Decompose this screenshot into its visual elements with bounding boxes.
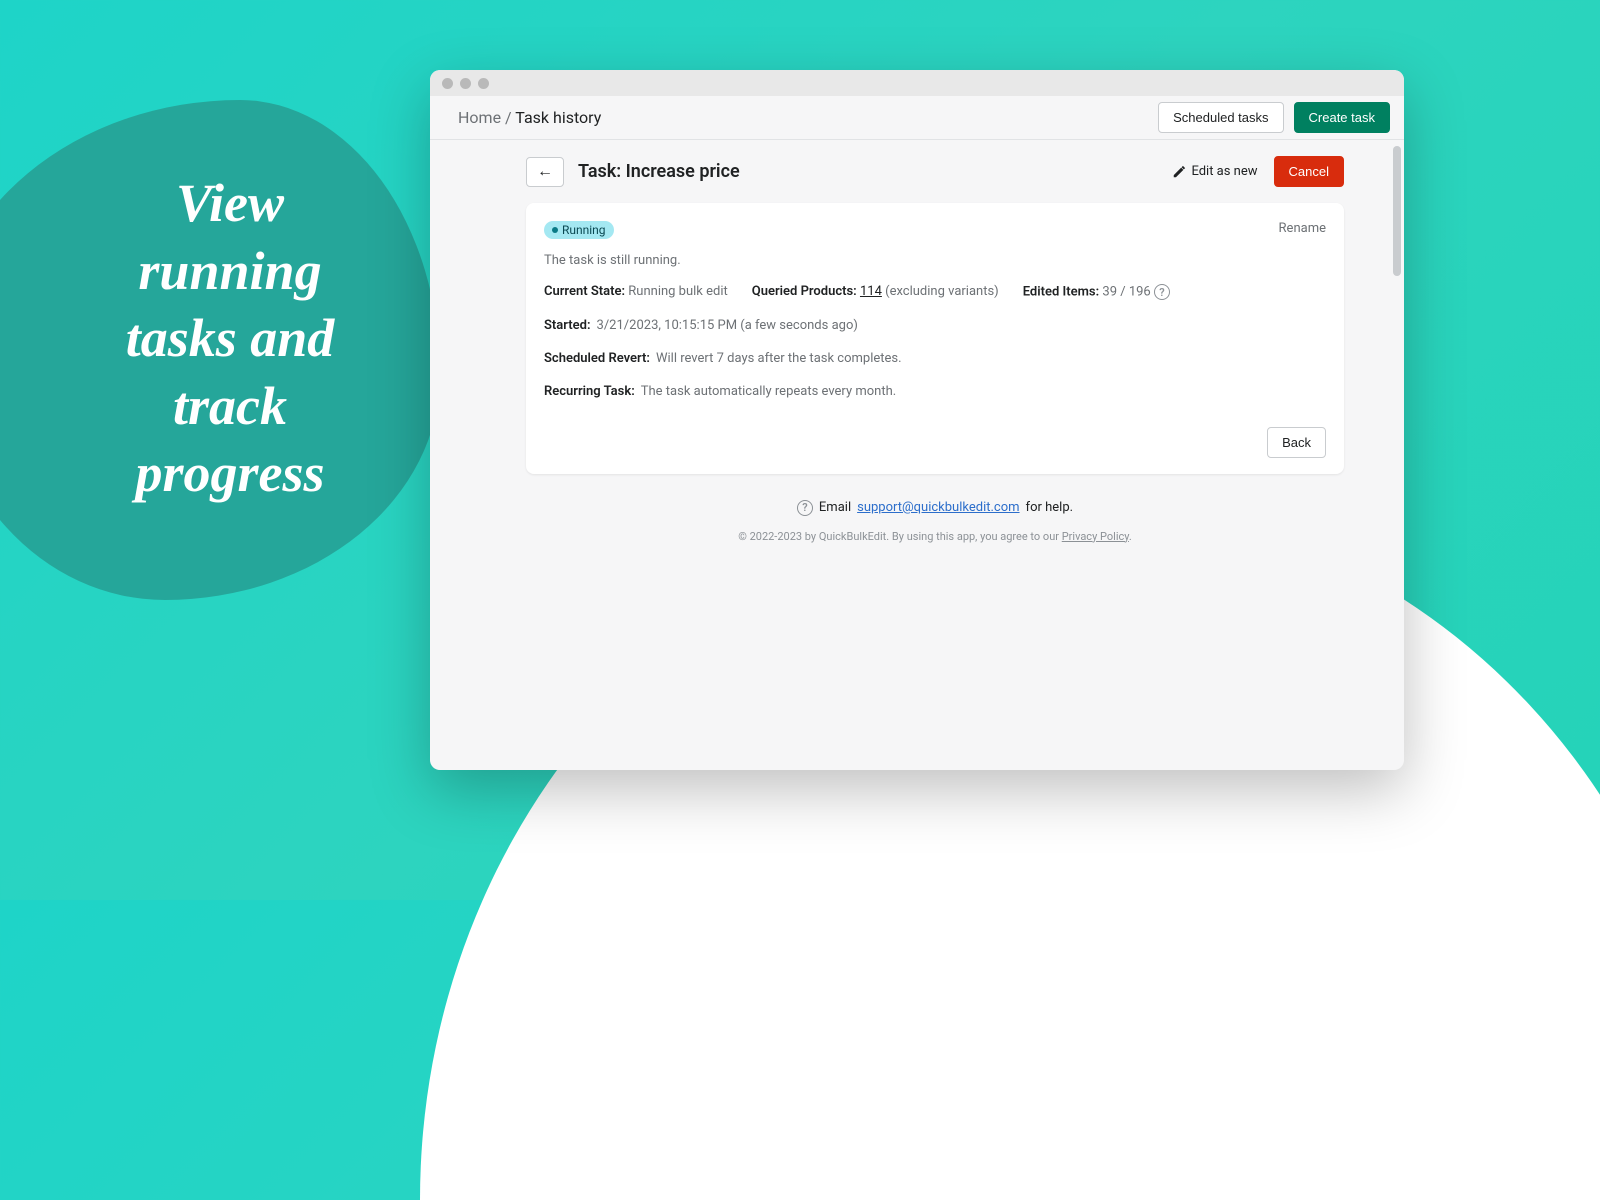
header-actions: Scheduled tasks Create task [1158, 102, 1390, 133]
edited-items: Edited Items: 39 / 196 ? [1023, 284, 1170, 300]
back-button[interactable]: Back [1267, 427, 1326, 458]
breadcrumb-current: Task history [515, 108, 601, 127]
started-row: Started: 3/21/2023, 10:15:15 PM (a few s… [544, 318, 1326, 333]
app-window: Home / Task history Scheduled tasks Crea… [430, 70, 1404, 770]
edited-info-icon[interactable]: ? [1154, 284, 1170, 300]
traffic-light-minimize[interactable] [460, 78, 471, 89]
edit-as-new-label: Edit as new [1191, 164, 1257, 179]
scrollbar-thumb[interactable] [1393, 146, 1401, 276]
queried-products-link[interactable]: 114 [860, 284, 882, 299]
breadcrumb-sep: / [505, 108, 512, 127]
state-summary-row: Current State: Running bulk edit Queried… [544, 284, 1326, 300]
breadcrumb-root[interactable]: Home [458, 108, 501, 127]
cancel-button[interactable]: Cancel [1274, 156, 1344, 187]
pencil-icon [1172, 165, 1186, 179]
create-task-button[interactable]: Create task [1294, 102, 1390, 133]
rename-link[interactable]: Rename [1279, 221, 1326, 236]
help-line: ? Email support@quickbulkedit.com for he… [797, 500, 1073, 516]
current-state: Current State: Running bulk edit [544, 284, 728, 300]
queried-products: Queried Products: 114 (excluding variant… [752, 284, 999, 300]
card-footer: Back [544, 427, 1326, 458]
status-badge: Running [544, 221, 614, 239]
back-arrow-button[interactable]: ← [526, 157, 564, 187]
task-page-head: ← Task: Increase price Edit as new Cance… [526, 156, 1344, 187]
scheduled-revert-row: Scheduled Revert: Will revert 7 days aft… [544, 351, 1326, 366]
privacy-policy-link[interactable]: Privacy Policy [1062, 530, 1129, 543]
edit-as-new-button[interactable]: Edit as new [1172, 164, 1257, 179]
status-line: The task is still running. [544, 253, 1326, 268]
page-body: ← Task: Increase price Edit as new Cance… [430, 140, 1404, 770]
page-header: Home / Task history Scheduled tasks Crea… [430, 96, 1404, 140]
page-title: Task: Increase price [578, 161, 740, 182]
task-status-card: Running Rename The task is still running… [526, 203, 1344, 474]
traffic-light-zoom[interactable] [478, 78, 489, 89]
scheduled-tasks-button[interactable]: Scheduled tasks [1158, 102, 1283, 133]
traffic-light-close[interactable] [442, 78, 453, 89]
copyright: © 2022-2023 by QuickBulkEdit. By using t… [526, 530, 1344, 543]
help-icon: ? [797, 500, 813, 516]
breadcrumb: Home / Task history [458, 108, 601, 127]
support-email-link[interactable]: support@quickbulkedit.com [857, 500, 1019, 515]
recurring-task-row: Recurring Task: The task automatically r… [544, 384, 1326, 399]
window-titlebar [430, 70, 1404, 96]
promo-headline: View running tasks and track progress [80, 170, 380, 508]
page-footer: ? Email support@quickbulkedit.com for he… [526, 496, 1344, 543]
